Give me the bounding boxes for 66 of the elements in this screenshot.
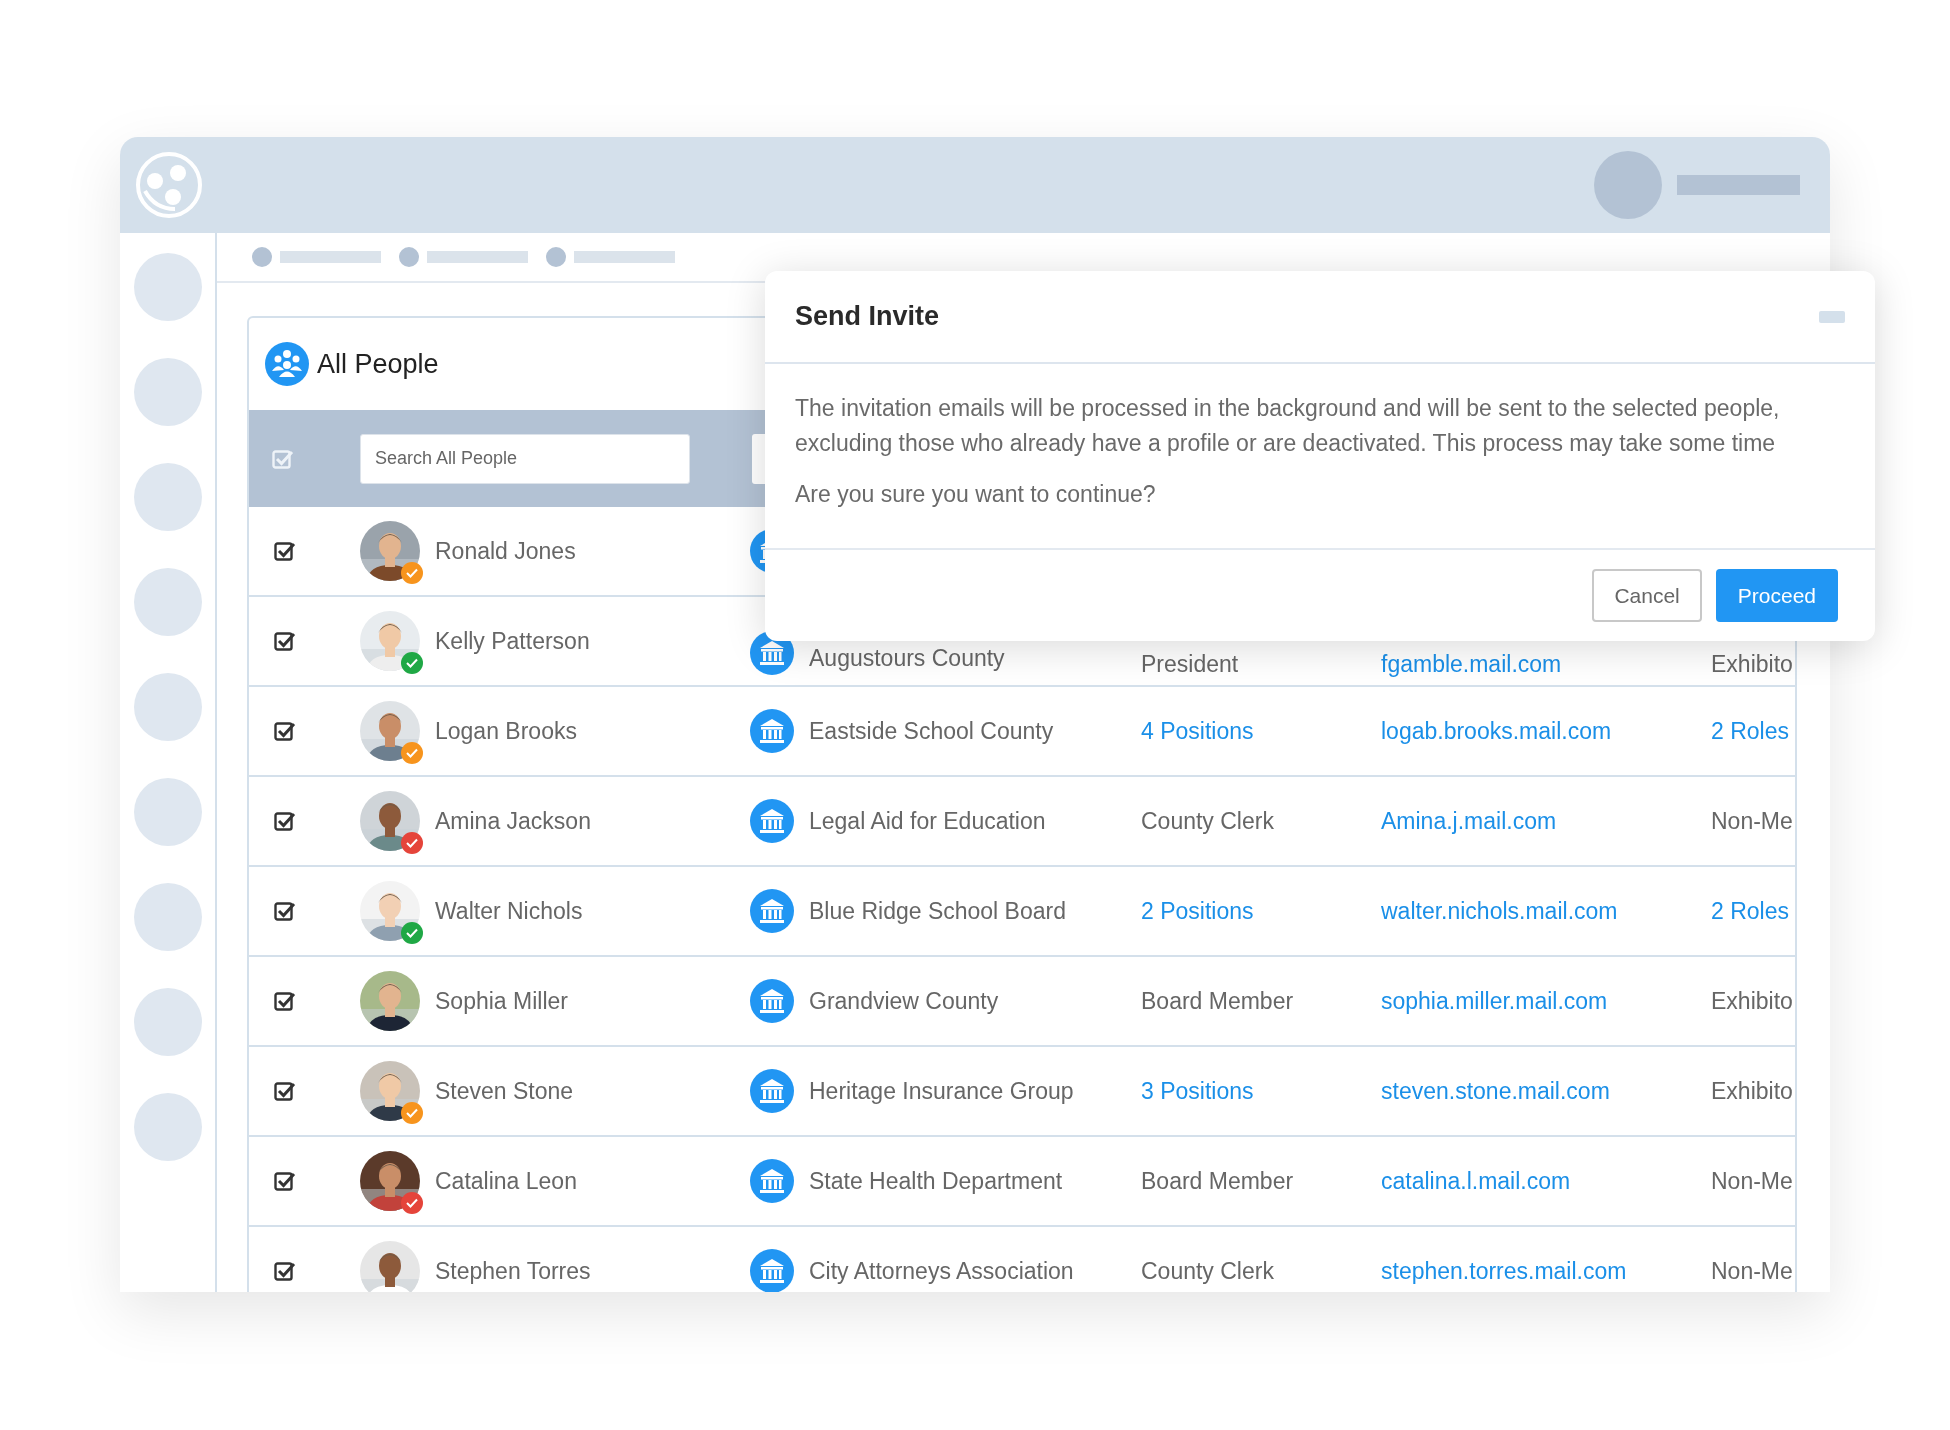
positions-link[interactable]: 4 Positions bbox=[1141, 717, 1254, 744]
checkbox[interactable] bbox=[274, 630, 296, 652]
position-text: President bbox=[1141, 651, 1239, 677]
bank-icon bbox=[750, 1069, 794, 1113]
search-field[interactable]: Search All People bbox=[360, 433, 690, 484]
email-link[interactable]: catalina.l.mail.com bbox=[1381, 1167, 1571, 1194]
dialog-question: Are you sure you want to continue? bbox=[795, 480, 1157, 509]
email-link[interactable]: Amina.j.mail.com bbox=[1381, 807, 1557, 834]
organization-name: Legal Aid for Education bbox=[809, 806, 1046, 836]
role-text: Exhibito bbox=[1711, 651, 1793, 677]
position-text: County Clerk bbox=[1141, 807, 1274, 834]
organization-name: Blue Ridge School Board bbox=[809, 896, 1066, 926]
person-name[interactable]: Walter Nichols bbox=[435, 897, 583, 924]
checkbox[interactable] bbox=[274, 540, 296, 562]
email-link[interactable]: logab.brooks.mail.com bbox=[1381, 717, 1612, 744]
dialog-message: The invitation emails will be processed in the background and will be sent to the selected people, excluding those who already have a profile or are deactivated. This process may take some time bbox=[795, 394, 1781, 458]
role-text: Exhibito bbox=[1711, 987, 1793, 1014]
role-text: Non-Me bbox=[1711, 1167, 1793, 1194]
roles-link[interactable]: 2 Roles bbox=[1711, 897, 1789, 924]
checkbox[interactable] bbox=[274, 1260, 296, 1282]
person-name[interactable]: Amina Jackson bbox=[435, 807, 591, 834]
checkbox[interactable] bbox=[274, 720, 296, 742]
positions-link[interactable]: 3 Positions bbox=[1141, 1077, 1254, 1104]
positions-link[interactable]: 2 Positions bbox=[1141, 897, 1254, 924]
bank-icon bbox=[750, 799, 794, 843]
email-link[interactable]: walter.nichols.mail.com bbox=[1381, 897, 1618, 924]
roles-link[interactable]: 2 Roles bbox=[1711, 717, 1789, 744]
dialog-title: Send Invite bbox=[795, 300, 940, 334]
organization-name: Augustours County bbox=[809, 643, 1005, 673]
person-name[interactable]: Ronald Jones bbox=[435, 537, 576, 564]
person-name[interactable]: Steven Stone bbox=[435, 1077, 574, 1104]
email-link[interactable]: stephen.torres.mail.com bbox=[1381, 1257, 1627, 1284]
logo-icon bbox=[135, 151, 203, 219]
position-text: Board Member bbox=[1141, 987, 1294, 1014]
organization-name: State Health Department bbox=[809, 1166, 1063, 1196]
checkbox[interactable] bbox=[272, 447, 294, 470]
proceed-button[interactable]: Proceed bbox=[1715, 569, 1838, 622]
person-name[interactable]: Logan Brooks bbox=[435, 717, 577, 744]
position-text: Board Member bbox=[1141, 1167, 1294, 1194]
checkbox[interactable] bbox=[274, 900, 296, 922]
email-link[interactable]: sophia.miller.mail.com bbox=[1381, 987, 1608, 1014]
organization-name: Eastside School County bbox=[809, 716, 1054, 746]
bank-icon bbox=[750, 709, 794, 753]
bank-icon bbox=[750, 979, 794, 1023]
role-text: Exhibito bbox=[1711, 1077, 1793, 1104]
organization-name: Grandview County bbox=[809, 986, 999, 1016]
email-link[interactable]: fgamble.mail.com bbox=[1381, 651, 1562, 677]
person-name[interactable]: Sophia Miller bbox=[435, 987, 568, 1014]
email-link[interactable]: steven.stone.mail.com bbox=[1381, 1077, 1610, 1104]
card-title: All People bbox=[317, 347, 439, 381]
checkbox[interactable] bbox=[274, 1080, 296, 1102]
bank-icon bbox=[750, 1159, 794, 1203]
person-name[interactable]: Stephen Torres bbox=[435, 1257, 591, 1284]
cancel-button[interactable]: Cancel bbox=[1592, 569, 1702, 622]
role-text: Non-Me bbox=[1711, 1257, 1793, 1284]
organization-name: City Attorneys Association bbox=[809, 1256, 1074, 1286]
checkbox[interactable] bbox=[274, 810, 296, 832]
position-text: County Clerk bbox=[1141, 1257, 1274, 1284]
people-icon bbox=[265, 342, 309, 386]
person-name[interactable]: Kelly Patterson bbox=[435, 627, 590, 654]
role-text: Non-Me bbox=[1711, 807, 1793, 834]
person-name[interactable]: Catalina Leon bbox=[435, 1167, 577, 1194]
checkbox[interactable] bbox=[274, 990, 296, 1012]
checkbox[interactable] bbox=[274, 1170, 296, 1192]
organization-name: Heritage Insurance Group bbox=[809, 1076, 1074, 1106]
bank-icon bbox=[750, 889, 794, 933]
